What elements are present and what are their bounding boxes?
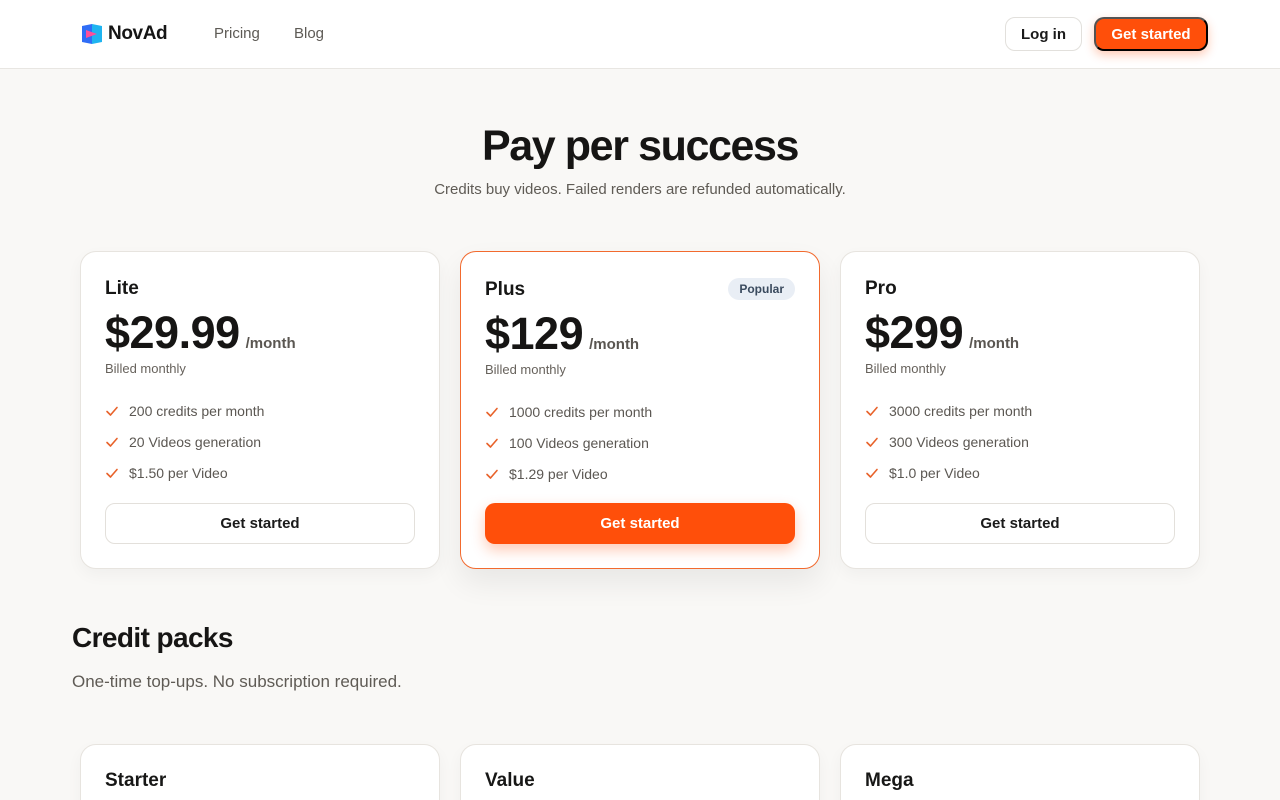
check-icon xyxy=(106,406,118,416)
feature-item: 200 credits per month xyxy=(105,395,264,426)
feature-text: 20 Videos generation xyxy=(129,433,262,450)
check-icon xyxy=(486,438,498,448)
page-title: Pay per success xyxy=(481,122,799,170)
check-icon xyxy=(866,406,878,416)
login-button[interactable]: Log in xyxy=(1005,17,1082,51)
plan-period: /month xyxy=(969,335,1020,352)
credit-packs-subtitle: One-time top-ups. No subscription requir… xyxy=(72,672,402,691)
billing-note: Billed monthly xyxy=(105,361,186,376)
plan-period: /month xyxy=(589,336,640,353)
pro-get-started-button[interactable]: Get started xyxy=(865,503,1175,544)
feature-item: 300 Videos generation xyxy=(865,426,1032,457)
brand-name: NovAd xyxy=(108,23,168,44)
plan-card-plus: Plus Popular $129 /month Billed monthly … xyxy=(460,251,820,569)
popular-badge: Popular xyxy=(728,278,795,300)
price-row: $299 /month xyxy=(865,306,1019,360)
plan-period: /month xyxy=(245,335,296,352)
nav-link-blog[interactable]: Blog xyxy=(294,24,324,44)
plan-price: $129 xyxy=(485,308,584,359)
feature-text: 3000 credits per month xyxy=(889,402,1033,419)
page-subtitle: Credits buy videos. Failed renders are r… xyxy=(434,181,846,198)
feature-item: 100 Videos generation xyxy=(485,427,652,458)
feature-text: 100 Videos generation xyxy=(509,434,649,451)
plan-name: Lite xyxy=(105,278,139,299)
feature-item: $1.29 per Video xyxy=(485,458,652,489)
feature-list: 3000 credits per month 300 Videos genera… xyxy=(865,395,1032,488)
plan-name: Pro xyxy=(865,278,897,299)
feature-text: 300 Videos generation xyxy=(889,433,1029,450)
feature-list: 1000 credits per month 100 Videos genera… xyxy=(485,396,652,489)
pack-name: Mega xyxy=(865,770,914,791)
plus-get-started-button[interactable]: Get started xyxy=(485,503,795,544)
pack-name: Value xyxy=(485,770,535,791)
plan-card-pro: Pro $299 /month Billed monthly 3000 cred… xyxy=(840,251,1200,569)
plan-name: Plus xyxy=(485,279,526,300)
feature-item: 1000 credits per month xyxy=(485,396,652,427)
pack-card-mega: Mega xyxy=(840,744,1200,800)
feature-list: 200 credits per month 20 Videos generati… xyxy=(105,395,264,488)
pack-name: Starter xyxy=(105,770,167,791)
pack-card-value: Value xyxy=(460,744,820,800)
price-row: $29.99 /month xyxy=(105,306,296,360)
check-icon xyxy=(486,407,498,417)
check-icon xyxy=(106,437,118,447)
billing-note: Billed monthly xyxy=(865,361,946,376)
check-icon xyxy=(866,468,878,478)
feature-item: $1.0 per Video xyxy=(865,457,1032,488)
billing-note: Billed monthly xyxy=(485,362,566,377)
feature-text: 1000 credits per month xyxy=(509,403,653,420)
plan-price: $299 xyxy=(865,307,964,358)
feature-text: $1.0 per Video xyxy=(889,464,980,481)
brand-logo[interactable]: NovAd xyxy=(80,21,168,47)
check-icon xyxy=(106,468,118,478)
lite-get-started-button[interactable]: Get started xyxy=(105,503,415,544)
check-icon xyxy=(486,469,498,479)
feature-text: $1.50 per Video xyxy=(129,464,228,481)
credit-packs-title: Credit packs xyxy=(72,622,233,653)
price-row: $129 /month xyxy=(485,307,639,361)
plan-price: $29.99 xyxy=(105,307,240,358)
feature-item: 3000 credits per month xyxy=(865,395,1032,426)
feature-item: 20 Videos generation xyxy=(105,426,264,457)
feature-text: $1.29 per Video xyxy=(509,465,608,482)
check-icon xyxy=(866,437,878,447)
top-nav: NovAd Pricing Blog Log in Get started xyxy=(0,0,1280,69)
feature-text: 200 credits per month xyxy=(129,402,265,419)
pack-card-starter: Starter xyxy=(80,744,440,800)
novad-logo-icon xyxy=(82,24,102,44)
plan-card-lite: Lite $29.99 /month Billed monthly 200 cr… xyxy=(80,251,440,569)
nav-link-pricing[interactable]: Pricing xyxy=(214,24,260,44)
feature-item: $1.50 per Video xyxy=(105,457,264,488)
nav-get-started-button[interactable]: Get started xyxy=(1094,17,1208,51)
